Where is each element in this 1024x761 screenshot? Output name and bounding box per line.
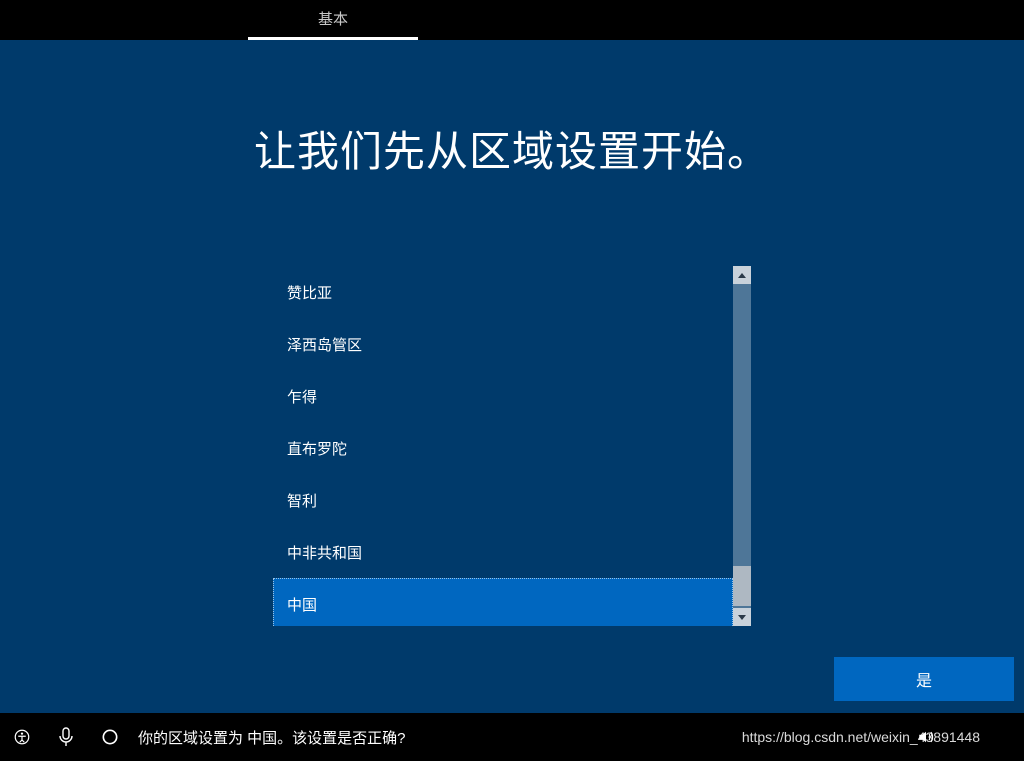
region-item-label: 智利 (287, 490, 317, 511)
oobe-screen: 基本 让我们先从区域设置开始。 赞比亚泽西岛管区乍得直布罗陀智利中非共和国中国 … (0, 0, 1024, 761)
microphone-icon[interactable] (44, 713, 88, 761)
accessibility-icon[interactable] (0, 713, 44, 761)
region-list[interactable]: 赞比亚泽西岛管区乍得直布罗陀智利中非共和国中国 (273, 266, 733, 626)
region-list-container: 赞比亚泽西岛管区乍得直布罗陀智利中非共和国中国 (273, 266, 751, 626)
scrollbar-track[interactable] (733, 266, 751, 626)
main-panel: 让我们先从区域设置开始。 赞比亚泽西岛管区乍得直布罗陀智利中非共和国中国 是 (6, 40, 1018, 713)
region-item[interactable]: 赞比亚 (273, 266, 733, 318)
region-item-label: 直布罗陀 (287, 438, 347, 459)
confirm-button[interactable]: 是 (834, 657, 1014, 701)
region-item[interactable]: 直布罗陀 (273, 422, 733, 474)
scroll-down-button[interactable] (733, 608, 751, 626)
cortana-text: 你的区域设置为 中国。该设置是否正确? (138, 727, 406, 748)
cortana-icon[interactable] (88, 713, 132, 761)
tab-basic[interactable]: 基本 (248, 0, 418, 40)
scroll-up-button[interactable] (733, 266, 751, 284)
region-item-label: 中非共和国 (287, 542, 362, 563)
region-item-label: 赞比亚 (287, 282, 332, 303)
region-item-label: 泽西岛管区 (287, 334, 362, 355)
region-item[interactable]: 中非共和国 (273, 526, 733, 578)
region-item[interactable]: 智利 (273, 474, 733, 526)
region-item[interactable]: 中国 (273, 578, 733, 626)
top-bar: 基本 (0, 0, 1024, 40)
taskbar: 你的区域设置为 中国。该设置是否正确? https://blog.csdn.ne… (0, 713, 1024, 761)
region-item[interactable]: 乍得 (273, 370, 733, 422)
region-item[interactable]: 泽西岛管区 (273, 318, 733, 370)
scrollbar-thumb[interactable] (733, 566, 751, 606)
watermark-text: https://blog.csdn.net/weixin_43891448 (742, 729, 980, 745)
volume-icon[interactable] (916, 728, 936, 746)
page-title: 让我们先从区域设置开始。 (6, 118, 1018, 179)
region-item-label: 中国 (287, 594, 317, 615)
region-item-label: 乍得 (287, 386, 317, 407)
